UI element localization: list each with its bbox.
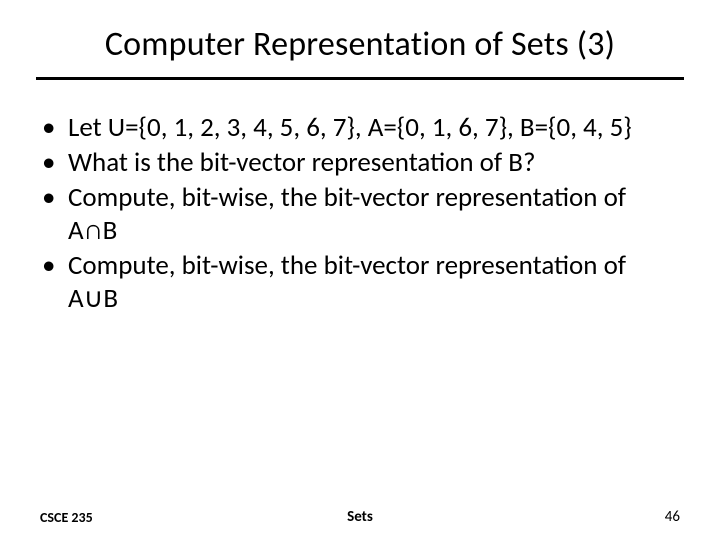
slide-title: Computer Representation of Sets (3) [0,0,720,77]
bullet-item: What is the bit-vector representation of… [40,147,680,180]
slide-footer: CSCE 235 Sets 46 [0,504,720,526]
slide-body: Let U={0, 1, 2, 3, 4, 5, 6, 7}, A={0, 1,… [0,80,720,316]
footer-page-number: 46 [665,508,680,526]
footer-topic: Sets [0,508,720,526]
bullet-list: Let U={0, 1, 2, 3, 4, 5, 6, 7}, A={0, 1,… [40,112,680,316]
bullet-item: Compute, bit-wise, the bit-vector repres… [40,250,680,316]
bullet-item: Let U={0, 1, 2, 3, 4, 5, 6, 7}, A={0, 1,… [40,112,680,145]
bullet-item: Compute, bit-wise, the bit-vector repres… [40,182,680,248]
slide: Computer Representation of Sets (3) Let … [0,0,720,540]
